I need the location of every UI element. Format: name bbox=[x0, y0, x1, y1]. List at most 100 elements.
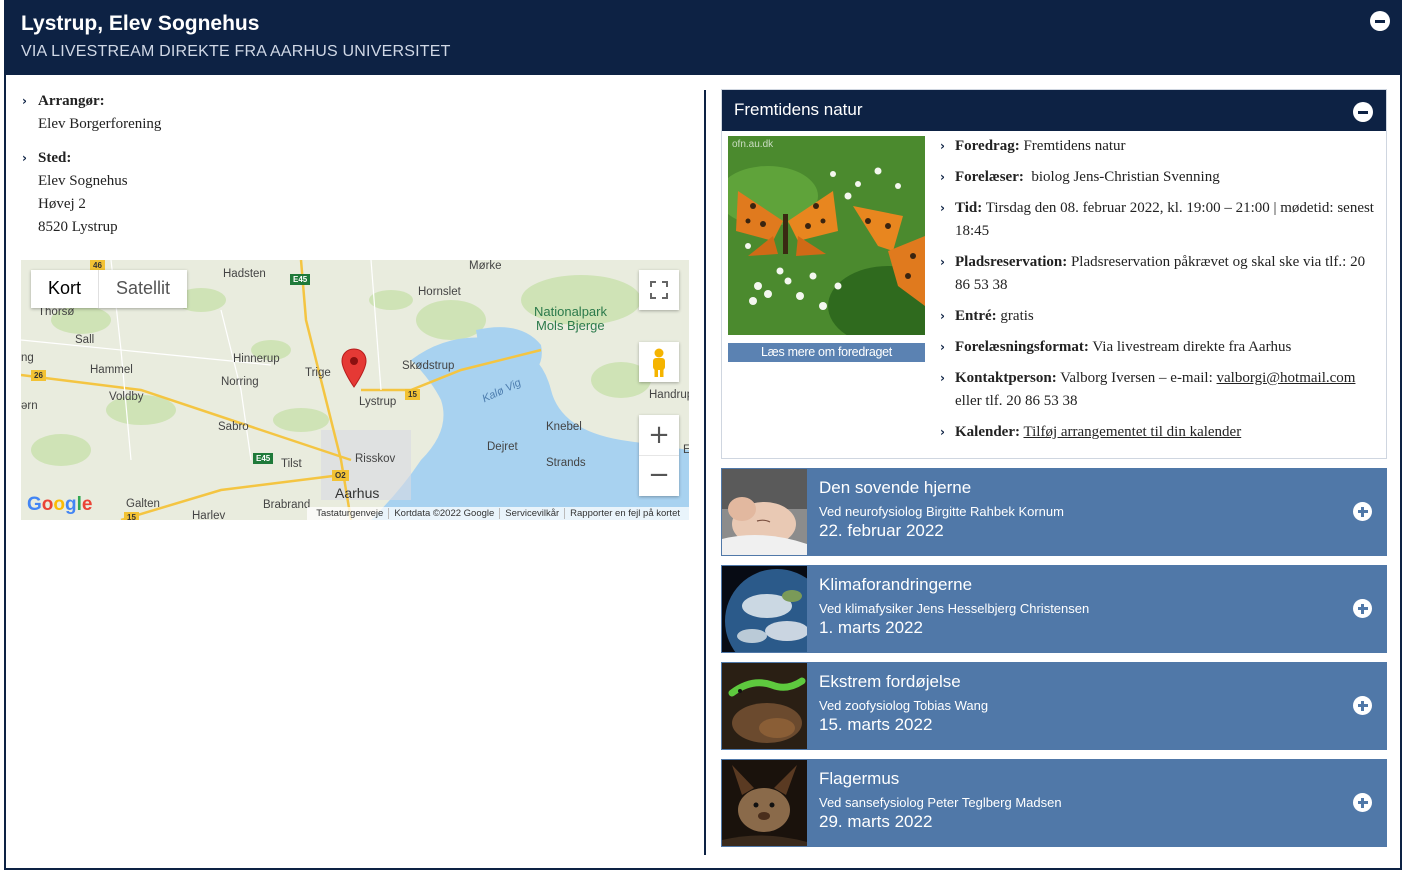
collapse-lecture-button[interactable] bbox=[1353, 102, 1373, 122]
zoom-in-button[interactable]: + bbox=[639, 415, 679, 456]
contact-email-link[interactable]: valborgi@hotmail.com bbox=[1217, 370, 1356, 386]
road-badge: 26 bbox=[31, 370, 46, 381]
expand-lecture-button[interactable] bbox=[1353, 696, 1372, 715]
lecture-date: 22. februar 2022 bbox=[819, 521, 944, 540]
lecture-title: Den sovende hjerne bbox=[819, 478, 972, 497]
chevron-right-icon: › bbox=[940, 371, 945, 385]
lecture-card[interactable]: Ekstrem fordøjelse Ved zoofysiolog Tobia… bbox=[721, 662, 1387, 750]
map-label: ərn bbox=[21, 400, 38, 412]
map-label: ng bbox=[21, 352, 34, 364]
map-attribution: Tastaturgenveje Kortdata ©2022 Google Se… bbox=[307, 507, 689, 520]
chevron-right-icon: › bbox=[22, 151, 27, 165]
zoom-out-button[interactable]: − bbox=[639, 456, 679, 496]
detail-label: Pladsreservation bbox=[955, 254, 1063, 270]
map-label: Nationalpark bbox=[534, 304, 607, 319]
map-label: Hammel bbox=[90, 364, 133, 376]
map-label: Handrup bbox=[649, 389, 689, 401]
place-label: Sted bbox=[38, 150, 67, 166]
detail-row-kalender: › Kalender: Tilføj arrangementet til din… bbox=[940, 421, 1380, 444]
expand-lecture-button[interactable] bbox=[1353, 599, 1372, 618]
map-label: Mørke bbox=[469, 260, 502, 272]
detail-row-tid: › Tid: Tirsdag den 08. februar 2022, kl.… bbox=[940, 197, 1380, 243]
butterfly-image: ofn.au.dk bbox=[728, 136, 925, 335]
detail-label: Forelæsningsformat bbox=[955, 339, 1084, 355]
map-pin-icon[interactable] bbox=[341, 348, 367, 388]
map-label: Strands bbox=[546, 457, 586, 469]
map-type-kort-button[interactable]: Kort bbox=[31, 270, 100, 308]
keyboard-shortcuts-link[interactable]: Tastaturgenveje bbox=[311, 508, 388, 519]
featured-lecture-panel: Fremtidens natur ofn.au.dk Læs mere om f… bbox=[721, 89, 1387, 459]
expand-lecture-button[interactable] bbox=[1353, 793, 1372, 812]
bat-thumbnail bbox=[722, 760, 807, 846]
expand-lecture-button[interactable] bbox=[1353, 502, 1372, 521]
lecture-details: › Foredrag: Fremtidens natur › Forelæser… bbox=[940, 135, 1380, 452]
lecture-title: Flagermus bbox=[819, 769, 900, 788]
road-badge: E45 bbox=[290, 274, 311, 285]
map-type-satellite-button[interactable]: Satellit bbox=[99, 270, 187, 308]
map-label: Aarhus bbox=[335, 485, 380, 501]
map-label: Risskov bbox=[355, 453, 396, 465]
organizer-item: › Arrangør: Elev Borgerforening bbox=[22, 90, 161, 136]
event-subtitle: VIA LIVESTREAM DIREKTE FRA AARHUS UNIVER… bbox=[21, 43, 451, 60]
chevron-right-icon: › bbox=[940, 340, 945, 354]
chevron-right-icon: › bbox=[940, 255, 945, 269]
lecture-speaker: Ved sansefysiolog Peter Teglberg Madsen bbox=[819, 795, 1062, 810]
detail-label: Forelæser bbox=[955, 169, 1019, 185]
map-label: Harlev bbox=[192, 510, 226, 520]
lecture-date: 1. marts 2022 bbox=[819, 618, 923, 637]
featured-lecture-title: Fremtidens natur bbox=[734, 100, 863, 119]
column-divider bbox=[704, 90, 706, 855]
lecture-card[interactable]: Klimaforandringerne Ved klimafysiker Jen… bbox=[721, 565, 1387, 653]
organizer-value: Elev Borgerforening bbox=[38, 116, 162, 132]
chevron-right-icon: › bbox=[940, 425, 945, 439]
chevron-right-icon: › bbox=[940, 139, 945, 153]
featured-lecture-header[interactable]: Fremtidens natur bbox=[722, 90, 1386, 131]
chevron-right-icon: › bbox=[940, 170, 945, 184]
detail-row-kontakt: › Kontaktperson: Valborg Iversen – e-mai… bbox=[940, 367, 1380, 413]
collapse-event-button[interactable] bbox=[1370, 11, 1390, 31]
image-watermark: ofn.au.dk bbox=[732, 139, 774, 150]
fullscreen-icon bbox=[650, 281, 668, 299]
map-label: Hornslet bbox=[418, 286, 461, 298]
pegman-icon bbox=[653, 348, 665, 377]
map-label: Dejret bbox=[487, 441, 518, 453]
google-logo: Google bbox=[27, 494, 93, 515]
read-more-button[interactable]: Læs mere om foredraget bbox=[728, 343, 925, 362]
zoom-control: + − bbox=[639, 415, 679, 496]
chevron-right-icon: › bbox=[940, 201, 945, 215]
add-to-calendar-link[interactable]: Tilføj arrangementet til din kalender bbox=[1023, 424, 1241, 440]
detail-value: Via livestream direkte fra Aarhus bbox=[1092, 339, 1292, 355]
earth-thumbnail bbox=[722, 566, 807, 652]
terms-link[interactable]: Servicevilkår bbox=[499, 508, 564, 519]
place-line: Elev Sognehus bbox=[38, 173, 128, 189]
detail-value: eller tlf. 20 86 53 38 bbox=[955, 393, 1078, 409]
fullscreen-button[interactable] bbox=[639, 270, 679, 310]
event-info: › Arrangør: Elev Borgerforening › Sted: … bbox=[22, 90, 161, 250]
detail-row-format: › Forelæsningsformat: Via livestream dir… bbox=[940, 336, 1380, 359]
detail-row-foredrag: › Foredrag: Fremtidens natur bbox=[940, 135, 1380, 158]
map-label: Mols Bjerge bbox=[536, 318, 605, 333]
lecture-title: Klimaforandringerne bbox=[819, 575, 973, 594]
lecture-card[interactable]: Den sovende hjerne Ved neurofysiolog Bir… bbox=[721, 468, 1387, 556]
map-label: Brabrand bbox=[263, 499, 311, 511]
map-data-text: Kortdata ©2022 Google bbox=[388, 508, 499, 519]
sleeping-baby-thumbnail bbox=[722, 469, 807, 555]
street-view-button[interactable] bbox=[639, 342, 679, 382]
map-label: Sall bbox=[75, 334, 95, 346]
road-badge: O2 bbox=[332, 470, 349, 481]
detail-label: Entré bbox=[955, 308, 992, 324]
lecture-title: Ekstrem fordøjelse bbox=[819, 672, 961, 691]
map-label: Lystrup bbox=[359, 396, 397, 408]
report-error-link[interactable]: Rapporter en fejl på kortet bbox=[564, 508, 685, 519]
map-label: Skødstrup bbox=[402, 360, 455, 372]
lecture-card[interactable]: Flagermus Ved sansefysiolog Peter Teglbe… bbox=[721, 759, 1387, 847]
detail-value: biolog Jens-Christian Svenning bbox=[1031, 169, 1220, 185]
map-label: Voldby bbox=[109, 391, 144, 403]
map-label: Trige bbox=[305, 367, 331, 379]
organizer-label: Arrangør bbox=[38, 93, 100, 109]
map[interactable]: Hadsten Mørke Hornslet Thorsø Sall ng Ha… bbox=[21, 260, 689, 520]
detail-value: Fremtidens natur bbox=[1023, 138, 1126, 154]
lecture-speaker: Ved neurofysiolog Birgitte Rahbek Kornum bbox=[819, 504, 1064, 519]
road-badge: 15 bbox=[405, 389, 420, 400]
map-label: Hinnerup bbox=[233, 353, 280, 365]
